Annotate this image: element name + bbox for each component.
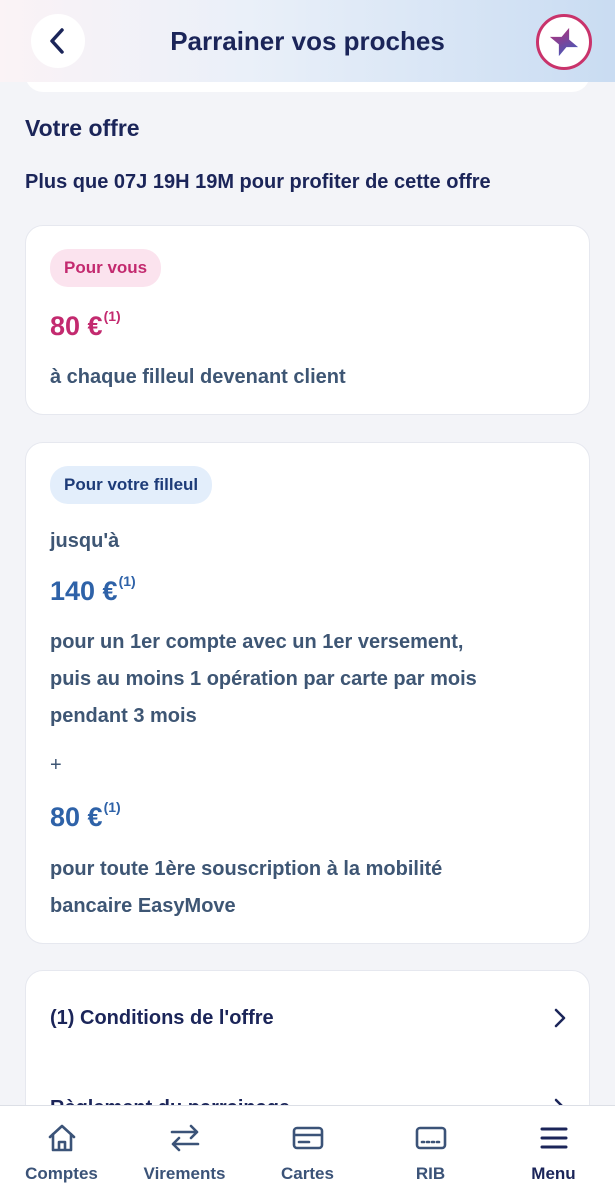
transfer-icon bbox=[167, 1120, 203, 1156]
nav-item-rib[interactable]: RIB bbox=[369, 1120, 492, 1184]
offer-conditions-link[interactable]: (1) Conditions de l'offre bbox=[26, 988, 589, 1048]
referee-amount-1: 140 €(1) bbox=[50, 573, 136, 607]
offer-countdown: Plus que 07J 19H 19M pour profiter de ce… bbox=[25, 171, 491, 193]
amount-value: 80 € bbox=[50, 311, 103, 341]
sparkle-icon bbox=[549, 27, 579, 57]
condition-line-4: pour toute 1ère souscription à la mobili… bbox=[50, 858, 443, 880]
nav-label: Virements bbox=[143, 1164, 226, 1183]
chevron-right-icon bbox=[554, 1008, 566, 1028]
assistant-button[interactable] bbox=[536, 14, 592, 70]
nav-item-cartes[interactable]: Cartes bbox=[246, 1120, 369, 1184]
footnote-ref: (1) bbox=[103, 799, 121, 815]
nav-item-comptes[interactable]: Comptes bbox=[0, 1120, 123, 1184]
footnote-ref: (1) bbox=[118, 573, 136, 589]
condition-line-5: bancaire EasyMove bbox=[50, 895, 236, 917]
page-title: Parrainer vos proches bbox=[170, 25, 445, 56]
back-button[interactable] bbox=[31, 14, 85, 68]
nav-label: RIB bbox=[415, 1164, 446, 1183]
top-header: Parrainer vos proches bbox=[0, 0, 615, 82]
nav-label: Menu bbox=[531, 1164, 576, 1183]
amount-prefix: jusqu'à bbox=[50, 530, 120, 552]
home-icon bbox=[44, 1120, 80, 1156]
section-title: Votre offre bbox=[25, 115, 140, 141]
chevron-left-icon bbox=[50, 28, 64, 54]
referee-amount-2: 80 €(1) bbox=[50, 799, 121, 833]
nav-item-virements[interactable]: Virements bbox=[123, 1120, 246, 1184]
reward-card-you: Pour vous 80 €(1) à chaque filleul deven… bbox=[25, 225, 590, 415]
link-label: (1) Conditions de l'offre bbox=[50, 1006, 274, 1029]
amount-value: 140 € bbox=[50, 576, 118, 606]
plus-sign: + bbox=[50, 754, 62, 776]
nav-label: Cartes bbox=[281, 1164, 334, 1183]
condition-line-1: pour un 1er compte avec un 1er versement… bbox=[50, 631, 464, 653]
badge-for-you: Pour vous bbox=[50, 249, 162, 287]
amount-value: 80 € bbox=[50, 802, 103, 832]
bottom-nav: Comptes Virements Cartes RIB Menu bbox=[0, 1105, 615, 1200]
condition-line-3: pendant 3 mois bbox=[50, 705, 197, 727]
badge-for-referee: Pour votre filleul bbox=[50, 466, 213, 504]
reward-amount: 80 €(1) bbox=[50, 308, 121, 342]
card-icon bbox=[290, 1120, 326, 1156]
condition-line-2: puis au moins 1 opération par carte par … bbox=[50, 668, 477, 690]
footnote-ref: (1) bbox=[103, 308, 121, 324]
menu-icon bbox=[536, 1120, 572, 1156]
nav-label: Comptes bbox=[25, 1164, 98, 1183]
nav-item-menu[interactable]: Menu bbox=[492, 1120, 615, 1184]
rib-icon bbox=[413, 1120, 449, 1156]
reward-description: à chaque filleul devenant client bbox=[50, 366, 346, 388]
reward-card-referee: Pour votre filleul jusqu'à 140 €(1) pour… bbox=[25, 442, 590, 944]
